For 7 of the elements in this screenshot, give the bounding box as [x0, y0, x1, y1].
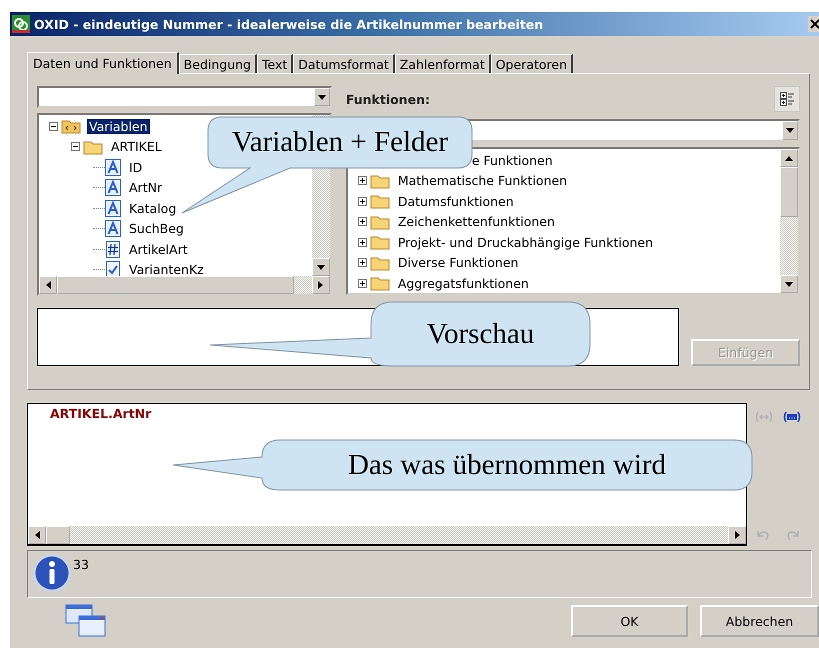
- callout-text: Vorschau: [426, 318, 534, 350]
- info-text: 33: [73, 557, 89, 572]
- window-title: OXID - eindeutige Nummer - idealerweise die Artikelnummer bearbeiten: [34, 16, 544, 32]
- callout-text: Variablen + Felder: [232, 126, 448, 159]
- functions-label: Funktionen:: [346, 92, 430, 106]
- callout-text: Das was übernommen wird: [348, 448, 666, 482]
- expression-text: ARTIKEL.ArtNr: [50, 406, 152, 421]
